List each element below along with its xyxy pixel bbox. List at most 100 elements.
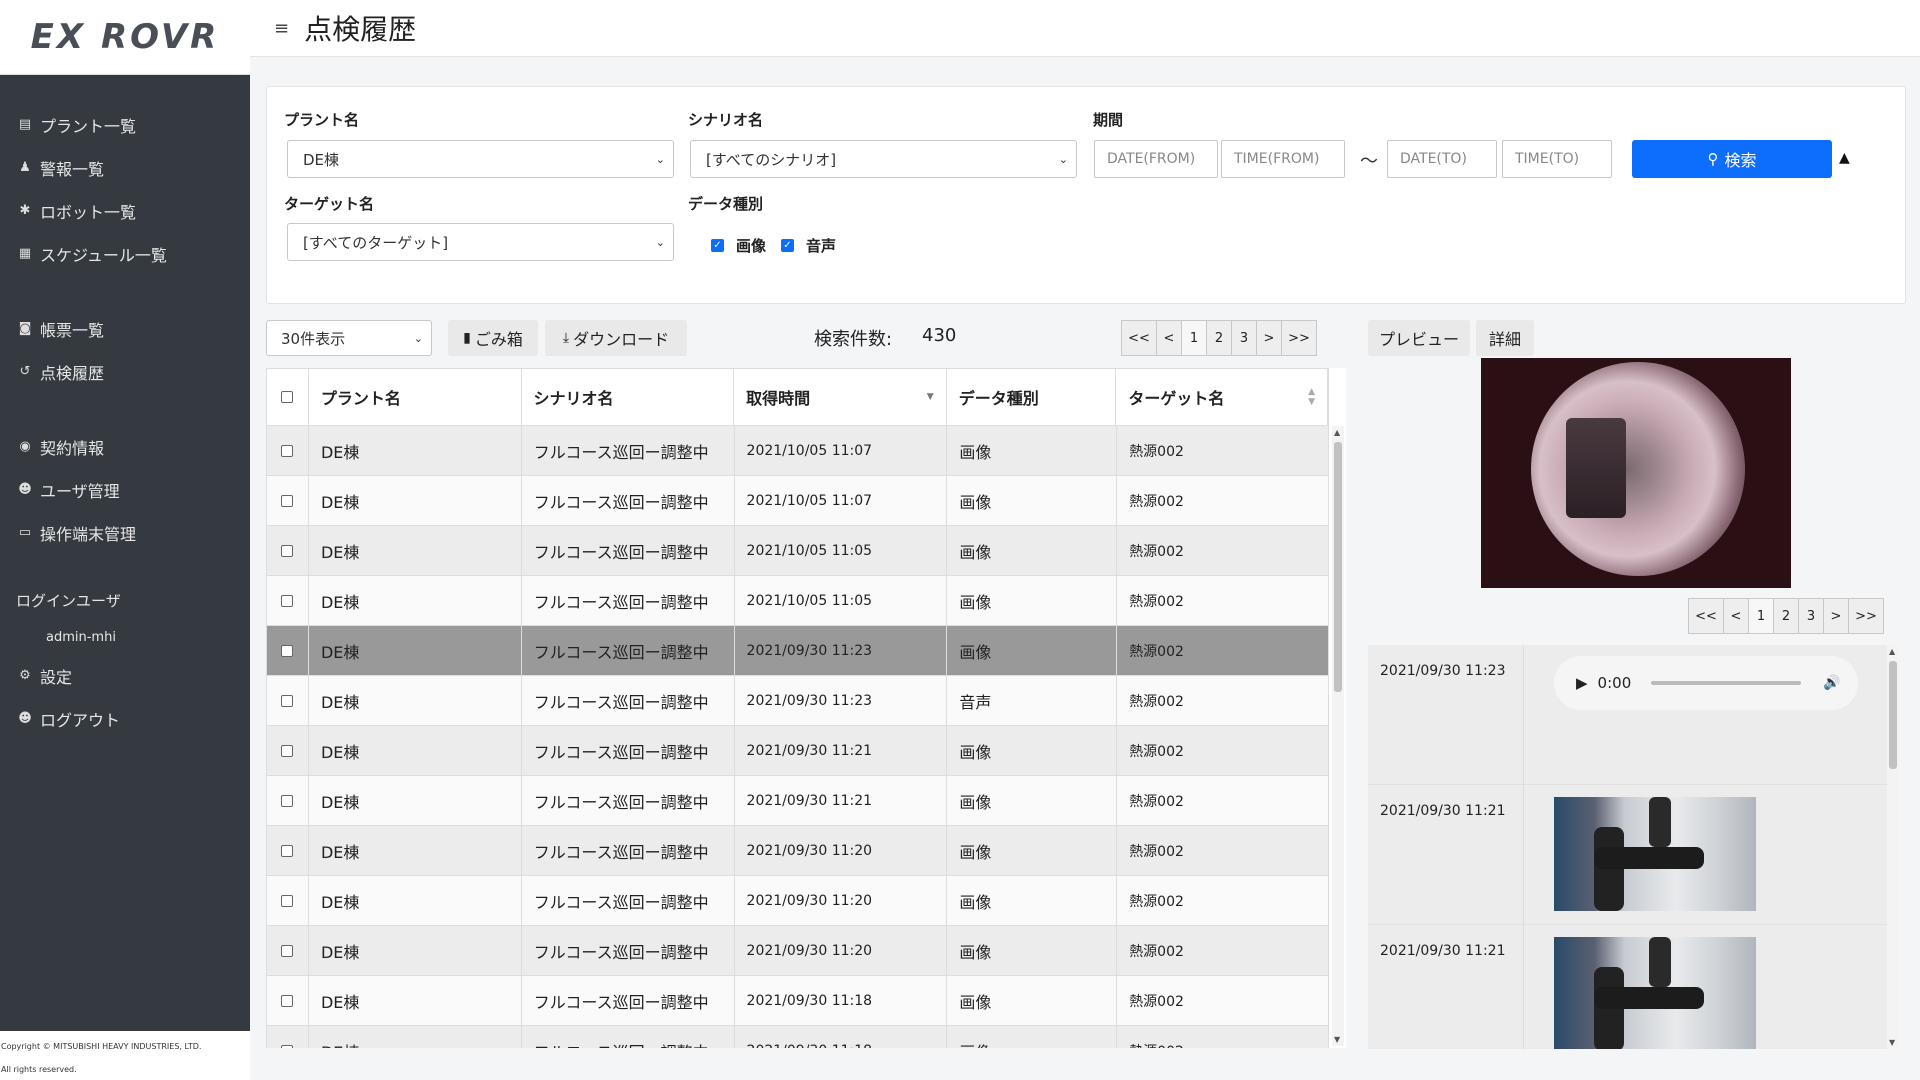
row-checkbox[interactable] [281,744,294,757]
table-row[interactable]: DE棟 フルコース巡回ー調整中 2021/09/30 11:20 画像 熱源002 [266,876,1329,926]
thumbnail-image[interactable] [1554,937,1756,1049]
table-row[interactable]: DE棟フルコース巡回ー調整中2021/09/30 11:18画像熱源002 [266,976,1329,1026]
row-checkbox[interactable] [281,594,294,607]
row-checkbox[interactable] [281,1044,294,1048]
table-row[interactable]: DE棟 フルコース巡回ー調整中 2021/09/30 11:20 画像 熱源002 [266,826,1329,876]
media-scrollbar[interactable]: ▲ ▼ [1887,645,1899,1049]
col-plant-label: プラント名 [320,389,401,408]
table-row[interactable]: DE棟 フルコース巡回ー調整中 2021/09/30 11:23 画像 熱源002 [266,626,1329,676]
page-button[interactable]: >> [1281,320,1317,356]
table-row[interactable]: DE棟 フルコース巡回ー調整中 2021/10/05 11:05 画像 熱源002 [266,576,1329,626]
hamburger-icon[interactable]: ≡ [274,18,289,39]
page-button[interactable]: 2 [1206,320,1232,356]
table-scrollbar[interactable]: ▲ ▼ [1332,426,1344,1046]
page-button[interactable]: 2 [1773,598,1799,634]
table-row[interactable]: DE棟 フルコース巡回ー調整中 2021/09/30 11:21 画像 熱源002 [266,776,1329,826]
col-time[interactable]: 取得時間 ▼ [734,369,947,425]
row-checkbox[interactable] [281,494,294,507]
row-checkbox[interactable] [281,444,294,457]
settings-link[interactable]: ⚙ 設定 [0,654,250,697]
scroll-up-icon[interactable]: ▲ [1889,647,1895,656]
col-plant[interactable]: プラント名 [309,369,522,425]
audio-checkbox-group: ✓ 音声 [781,235,836,256]
page-button[interactable]: << [1688,598,1724,634]
audio-player[interactable]: ▶ 0:00 🔊 [1554,656,1858,710]
page-button[interactable]: 1 [1181,320,1207,356]
time-to-input[interactable]: TIME(TO) [1502,140,1612,178]
laptop-icon: ▭ [18,525,32,540]
sidebar-item-8[interactable]: ▭ 操作端末管理 [0,511,250,554]
table-row[interactable]: DE棟 フルコース巡回ー調整中 2021/10/05 11:07 画像 熱源002 [266,476,1329,526]
page-button[interactable]: 3 [1798,598,1824,634]
cell-time: 2021/09/30 11:21 [735,726,948,775]
media-item-audio[interactable]: 2021/09/30 11:23 ▶ 0:00 🔊 [1368,645,1887,785]
tab-preview[interactable]: プレビュー [1368,320,1470,356]
thumbnail-image[interactable] [1554,797,1756,911]
col-target[interactable]: ターゲット名 ▲ ▼ [1116,369,1328,425]
trash-button[interactable]: ▮ ごみ箱 [448,320,538,356]
cell-target: 熱源002 [1117,1026,1329,1048]
table-row[interactable]: DE棟 フルコース巡回ー調整中 2021/10/05 11:07 画像 熱源002 [266,426,1329,476]
page-button[interactable]: > [1823,598,1849,634]
media-item-image[interactable]: 2021/09/30 11:21 [1368,925,1887,1049]
media-date: 2021/09/30 11:21 [1380,803,1506,819]
search-button[interactable]: ⚲ 検索 [1632,140,1832,178]
time-from-input[interactable]: TIME(FROM) [1221,140,1345,178]
select-all-cell [267,369,309,425]
row-checkbox[interactable] [281,544,294,557]
sidebar-item-0[interactable]: ▤ プラント一覧 [0,103,250,146]
audio-progress[interactable] [1651,681,1802,685]
sidebar-item-7[interactable]: ☻ ユーザ管理 [0,468,250,511]
scenario-select[interactable]: [すべてのシナリオ] ⌄ [690,140,1077,178]
row-checkbox[interactable] [281,944,294,957]
plant-select-value: DE棟 [303,150,340,169]
download-button[interactable]: ⤓ ダウンロード [545,320,687,356]
page-button[interactable]: 3 [1231,320,1257,356]
scroll-down-icon[interactable]: ▼ [1889,1038,1895,1047]
sidebar-item-6[interactable]: ◉ 契約情報 [0,425,250,468]
date-from-input[interactable]: DATE(FROM) [1094,140,1218,178]
table-row[interactable]: DE棟フルコース巡回ー調整中2021/09/30 11:18画像熱源002 [266,1026,1329,1048]
date-to-input[interactable]: DATE(TO) [1387,140,1497,178]
media-scrollbar-thumb[interactable] [1889,661,1897,769]
page-button[interactable]: < [1723,598,1749,634]
page-size-select[interactable]: 30件表示 ⌄ [266,320,432,356]
row-checkbox[interactable] [281,644,294,657]
audio-checkbox[interactable]: ✓ [781,239,794,252]
page-button[interactable]: < [1156,320,1182,356]
sidebar-item-3[interactable]: ▦ スケジュール一覧 [0,232,250,275]
col-datatype[interactable]: データ種別 [947,369,1117,425]
sidebar-item-5[interactable]: ↺ 点検履歴 [0,350,250,393]
plant-select[interactable]: DE棟 ⌄ [287,140,674,178]
row-checkbox[interactable] [281,844,294,857]
target-select[interactable]: [すべてのターゲット] ⌄ [287,223,674,261]
sidebar-item-1[interactable]: ♟ 警報一覧 [0,146,250,189]
row-checkbox[interactable] [281,694,294,707]
sidebar-item-2[interactable]: ✱ ロボット一覧 [0,189,250,232]
table-row[interactable]: DE棟 フルコース巡回ー調整中 2021/09/30 11:23 音声 熱源002 [266,676,1329,726]
page-button[interactable]: 1 [1748,598,1774,634]
tab-detail[interactable]: 詳細 [1476,320,1534,356]
scroll-up-icon[interactable]: ▲ [1334,428,1340,437]
page-button[interactable]: << [1121,320,1157,356]
row-checkbox[interactable] [281,894,294,907]
volume-icon[interactable]: 🔊 [1823,675,1840,691]
select-all-checkbox[interactable] [281,391,294,403]
cell-plant: DE棟 [309,1026,522,1048]
scroll-down-icon[interactable]: ▼ [1334,1035,1340,1044]
play-icon[interactable]: ▶ [1576,674,1588,692]
table-row[interactable]: DE棟 フルコース巡回ー調整中 2021/09/30 11:21 画像 熱源002 [266,726,1329,776]
table-row[interactable]: DE棟 フルコース巡回ー調整中 2021/09/30 11:20 画像 熱源002 [266,926,1329,976]
sidebar-item-4[interactable]: ◙ 帳票一覧 [0,307,250,350]
image-checkbox[interactable]: ✓ [711,239,724,252]
page-button[interactable]: > [1256,320,1282,356]
collapse-icon[interactable]: ▲ [1839,150,1850,166]
table-row[interactable]: DE棟 フルコース巡回ー調整中 2021/10/05 11:05 画像 熱源002 [266,526,1329,576]
media-item-image[interactable]: 2021/09/30 11:21 [1368,785,1887,925]
row-checkbox[interactable] [281,794,294,807]
page-button[interactable]: >> [1848,598,1884,634]
table-scrollbar-thumb[interactable] [1334,442,1342,692]
logout-link[interactable]: ☻ ログアウト [0,697,250,740]
row-checkbox[interactable] [281,994,294,1007]
col-scenario[interactable]: シナリオ名 [522,369,735,425]
